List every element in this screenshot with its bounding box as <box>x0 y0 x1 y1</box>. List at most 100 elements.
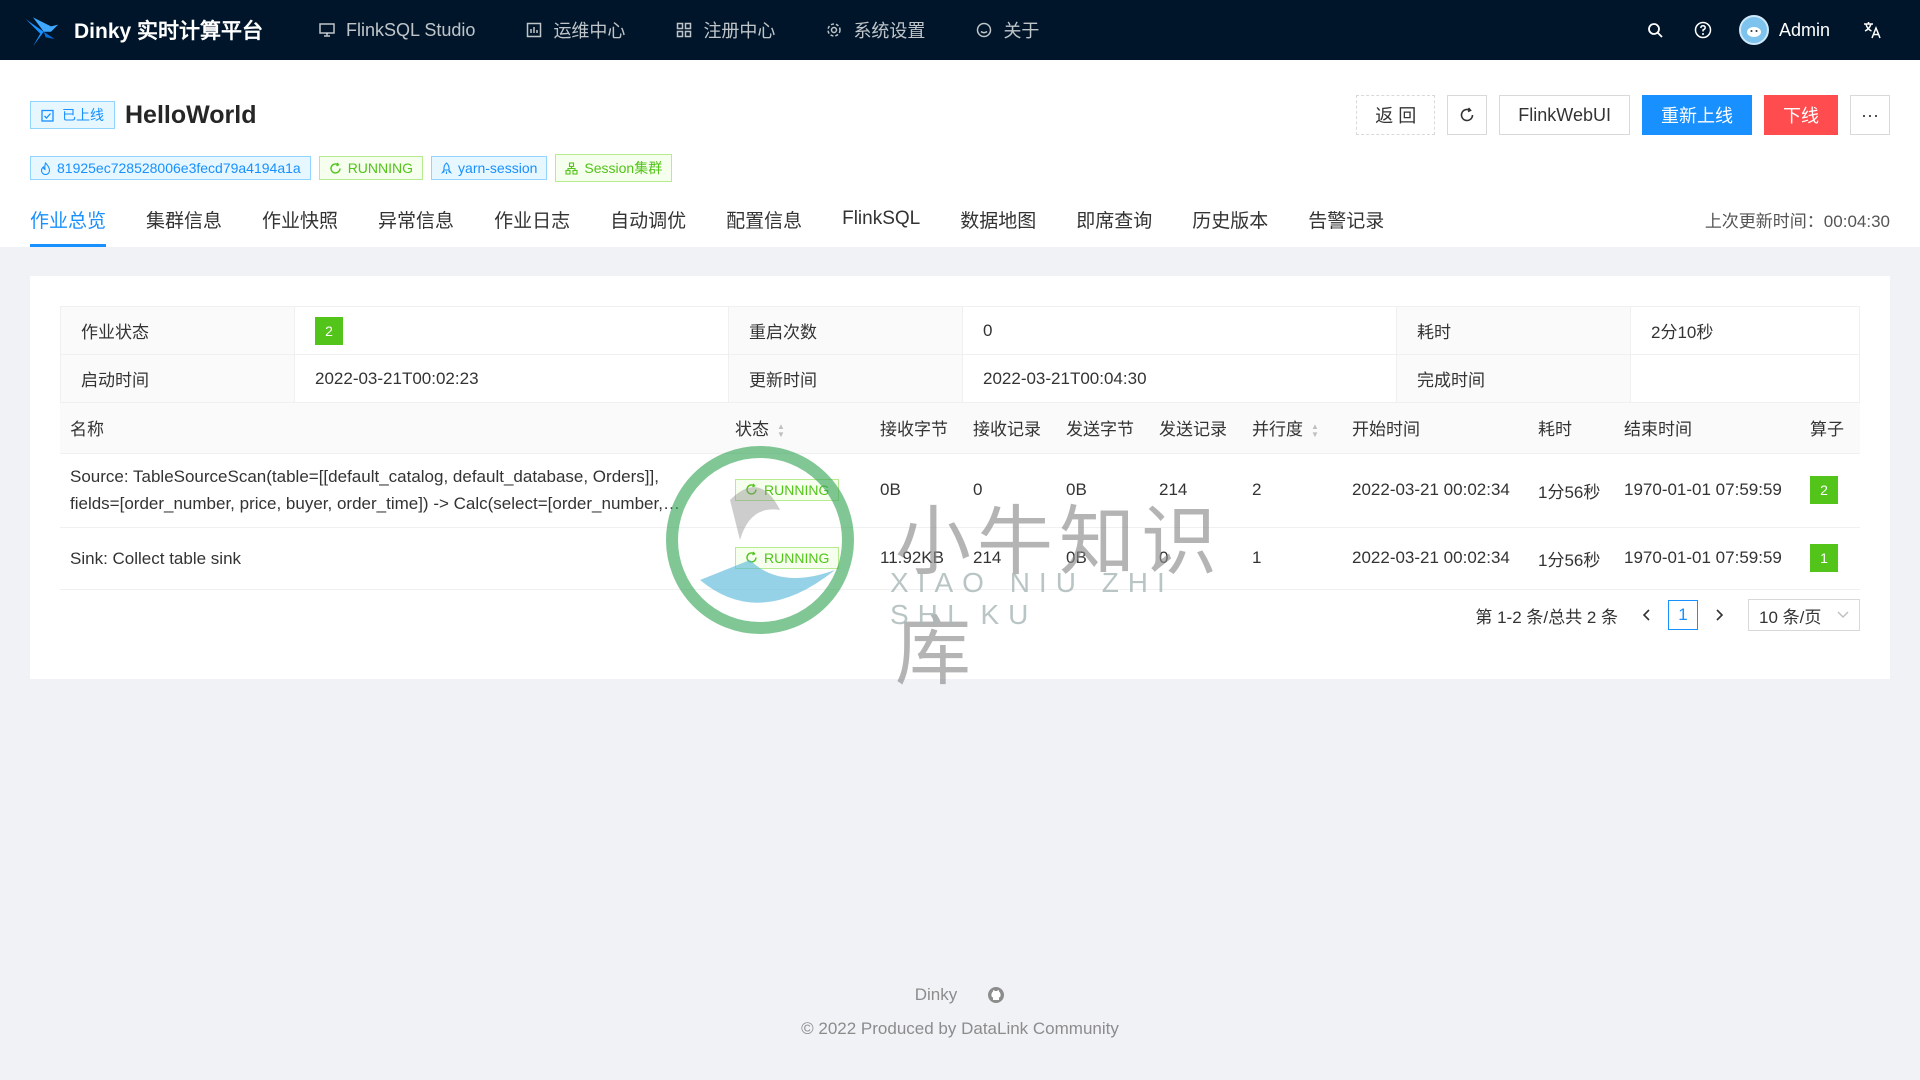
sort-icon[interactable]: ▲ ▼ <box>777 422 785 439</box>
end-time: 1970-01-01 07:59:59 <box>1614 453 1800 528</box>
sent-bytes: 0B <box>1056 453 1149 528</box>
menu-label: 注册中心 <box>703 21 776 41</box>
search-button[interactable] <box>1631 0 1679 60</box>
col-name: 名称 <box>60 403 725 454</box>
language-button[interactable] <box>1848 0 1896 60</box>
refresh-icon <box>1461 107 1474 122</box>
prev-page-button[interactable] <box>1632 600 1662 630</box>
job-status-badge: 2 <box>315 316 343 345</box>
tab-exceptions[interactable]: 异常信息 <box>378 191 454 247</box>
help-button[interactable] <box>1679 0 1727 60</box>
gear-icon <box>825 21 843 39</box>
github-icon[interactable] <box>987 986 1005 1004</box>
sync-icon <box>329 162 342 175</box>
offline-button[interactable]: 下线 <box>1764 95 1838 135</box>
menu-flinksql-studio[interactable]: FlinkSQL Studio <box>293 0 500 60</box>
last-update-time: 上次更新时间：00:04:30 <box>1704 211 1890 231</box>
footer-link-dinky[interactable]: Dinky <box>915 985 958 1005</box>
col-parallelism-label: 并行度 <box>1252 420 1303 440</box>
tab-job-logs[interactable]: 作业日志 <box>494 191 570 247</box>
more-button[interactable]: ··· <box>1850 95 1890 135</box>
running-status-tag: RUNNING <box>735 546 840 569</box>
smile-icon <box>975 21 993 39</box>
header-tools: Admin <box>1631 0 1896 60</box>
menu-system-settings[interactable]: 系统设置 <box>800 0 950 60</box>
job-tags: 81925ec728528006e3fecd79a4194a1a RUNNING… <box>30 154 1890 182</box>
running-status-text: RUNNING <box>347 160 414 176</box>
flink-web-ui-button[interactable]: FlinkWebUI <box>1499 95 1630 135</box>
cluster-type-tag: Session集群 <box>555 154 673 182</box>
label-update-time: 更新时间 <box>728 354 963 403</box>
col-status[interactable]: 状态 ▲ ▼ <box>725 403 870 454</box>
operator-name-cell: Sink: Collect table sink <box>60 527 725 590</box>
menu-label: 系统设置 <box>853 21 926 41</box>
calendar-check-icon <box>41 109 54 122</box>
tab-adhoc-query[interactable]: 即席查询 <box>1076 191 1152 247</box>
tab-job-overview[interactable]: 作业总览 <box>30 191 107 247</box>
header-actions: 返 回 FlinkWebUI 重新上线 下线 ··· <box>1344 95 1890 135</box>
value-restart-count: 0 <box>962 306 1397 355</box>
cluster-icon <box>565 161 578 175</box>
label-job-status: 作业状态 <box>60 306 295 355</box>
col-parallelism[interactable]: 并行度 ▲ ▼ <box>1242 403 1342 454</box>
page-size-select[interactable]: 10 条/页 <box>1748 599 1860 631</box>
tab-data-map[interactable]: 数据地图 <box>960 191 1036 247</box>
value-job-status: 2 <box>294 306 729 355</box>
menu-registry-center[interactable]: 注册中心 <box>650 0 800 60</box>
operator-status-cell: RUNNING <box>725 527 870 590</box>
tab-auto-tuning[interactable]: 自动调优 <box>610 191 686 247</box>
tasks-cell: 2 <box>1800 453 1860 528</box>
sync-icon <box>745 483 758 496</box>
operator-status-cell: RUNNING <box>725 453 870 528</box>
question-circle-icon <box>1694 21 1712 39</box>
table-row[interactable]: Source: TableSourceScan(table=[[default_… <box>60 453 1860 528</box>
page-1-button[interactable]: 1 <box>1668 600 1698 630</box>
username: Admin <box>1778 19 1830 40</box>
end-time: 1970-01-01 07:59:59 <box>1614 527 1800 590</box>
col-sent-records: 发送记录 <box>1149 403 1242 454</box>
monitor-icon <box>318 21 336 39</box>
status-text: RUNNING <box>764 549 830 566</box>
recv-records: 0 <box>963 453 1056 528</box>
dashboard-icon <box>525 21 543 39</box>
tab-cluster-info[interactable]: 集群信息 <box>146 191 222 247</box>
tab-config[interactable]: 配置信息 <box>726 191 802 247</box>
brand-title: Dinky 实时计算平台 <box>74 20 264 43</box>
relaunch-button[interactable]: 重新上线 <box>1642 95 1752 135</box>
footer-copyright: © 2022 Produced by DataLink Community <box>801 1019 1119 1038</box>
user-menu[interactable]: Admin <box>1727 15 1848 45</box>
value-duration: 2分10秒 <box>1630 306 1860 355</box>
col-recv-bytes: 接收字节 <box>870 403 963 454</box>
running-status-tag: RUNNING <box>735 478 840 501</box>
menu-label: 运维中心 <box>553 21 626 41</box>
back-button[interactable]: 返 回 <box>1356 95 1436 135</box>
cluster-type-text: Session集群 <box>584 160 663 176</box>
pagination-total: 第 1-2 条/总共 2 条 <box>1475 607 1618 627</box>
brand[interactable]: Dinky 实时计算平台 <box>24 12 263 48</box>
menu-devops-center[interactable]: 运维中心 <box>500 0 650 60</box>
tab-history-versions[interactable]: 历史版本 <box>1192 191 1268 247</box>
avatar <box>1738 15 1769 45</box>
next-page-button[interactable] <box>1704 600 1734 630</box>
table-row[interactable]: Sink: Collect table sink RUNNING 11.92KB… <box>60 527 1860 590</box>
execution-mode-tag: yarn-session <box>431 156 548 180</box>
col-end-time: 结束时间 <box>1614 403 1800 454</box>
operator-name: Sink: Collect table sink <box>70 548 242 568</box>
page-size-value: 10 条/页 <box>1759 607 1822 627</box>
tab-alert-records[interactable]: 告警记录 <box>1308 191 1384 247</box>
recv-bytes: 11.92KB <box>870 527 963 590</box>
summary-row: 作业状态 2 重启次数 0 耗时 2分10秒 <box>60 306 1860 355</box>
search-icon <box>1648 23 1663 38</box>
refresh-button[interactable] <box>1447 95 1488 135</box>
menu-label: FlinkSQL Studio <box>346 19 476 40</box>
col-sent-bytes: 发送字节 <box>1056 403 1149 454</box>
summary-row: 启动时间 2022-03-21T00:02:23 更新时间 2022-03-21… <box>60 354 1860 403</box>
value-finish-time <box>1630 354 1860 403</box>
job-tabs: 作业总览 集群信息 作业快照 异常信息 作业日志 自动调优 配置信息 Flink… <box>30 191 1890 247</box>
rocket-icon <box>441 161 452 175</box>
menu-about[interactable]: 关于 <box>950 0 1064 60</box>
tab-flinksql[interactable]: FlinkSQL <box>842 191 920 247</box>
sort-icon[interactable]: ▲ ▼ <box>1311 422 1319 439</box>
recv-records: 214 <box>963 527 1056 590</box>
tab-checkpoints[interactable]: 作业快照 <box>262 191 338 247</box>
